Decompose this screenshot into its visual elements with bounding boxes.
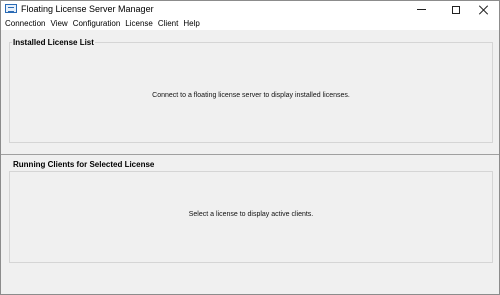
installed-license-empty-message: Connect to a floating license server to … [152, 92, 350, 99]
installed-license-list-title: Installed License List [12, 38, 95, 47]
menu-help[interactable]: Help [183, 18, 199, 30]
window-title: Floating License Server Manager [21, 4, 154, 14]
menu-connection[interactable]: Connection [5, 18, 45, 30]
menu-license[interactable]: License [125, 18, 153, 30]
maximize-icon [452, 5, 460, 14]
maximize-button[interactable] [441, 1, 471, 18]
minimize-button[interactable] [406, 1, 436, 18]
menu-configuration[interactable]: Configuration [73, 18, 121, 30]
menu-bar: Connection View Configuration License Cl… [1, 18, 499, 30]
menu-client[interactable]: Client [158, 18, 178, 30]
app-window: Floating License Server Manager Connecti… [0, 0, 500, 295]
title-bar[interactable]: Floating License Server Manager [1, 1, 499, 18]
close-button[interactable] [469, 1, 499, 18]
panel-splitter[interactable] [1, 154, 499, 155]
menu-view[interactable]: View [50, 18, 67, 30]
installed-license-list-panel[interactable]: Connect to a floating license server to … [9, 42, 493, 143]
running-clients-empty-message: Select a license to display active clien… [188, 211, 314, 218]
close-icon [479, 5, 489, 15]
running-clients-title: Running Clients for Selected License [12, 160, 156, 169]
minimize-icon [416, 9, 426, 10]
running-clients-panel[interactable]: Select a license to display active clien… [9, 171, 493, 263]
app-icon [5, 4, 17, 13]
